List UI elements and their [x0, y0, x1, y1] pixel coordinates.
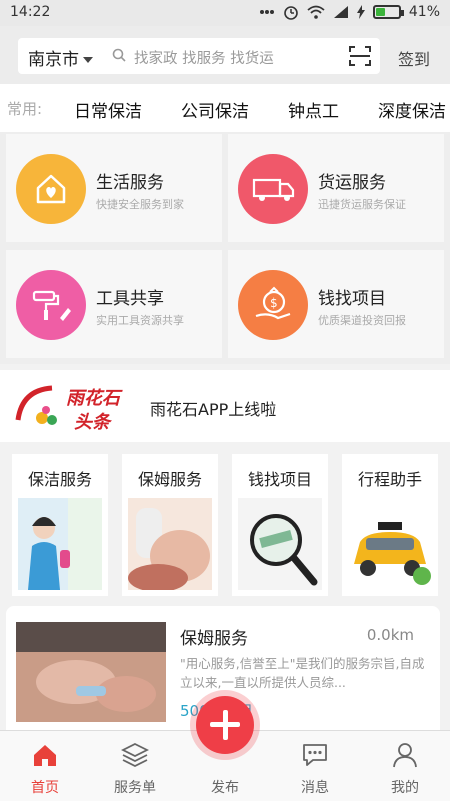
service-name: 保洁服务 — [27, 470, 92, 489]
category-life-service[interactable]: 生活服务 快捷安全服务到家 — [6, 134, 222, 242]
service-name: 行程助手 — [357, 470, 422, 489]
service-name: 保姆服务 — [137, 470, 202, 489]
publish-button[interactable] — [196, 696, 254, 754]
status-time: 14:22 — [10, 4, 51, 20]
plus-icon-vertical — [222, 710, 228, 740]
nanny-photo — [128, 498, 212, 590]
category-subtitle: 迅捷货运服务保证 — [318, 198, 406, 211]
listing-title: 保姆服务 — [180, 629, 248, 649]
category-tool-sharing[interactable]: 工具共享 实用工具资源共享 — [6, 250, 222, 358]
service-tiles: 保洁服务 保姆服务 钱找项目 行程助手 — [0, 448, 450, 600]
headline-text: 雨花石APP上线啦 — [150, 400, 277, 419]
layers-icon — [121, 742, 149, 768]
listing-distance: 0.0km — [366, 626, 414, 644]
category-subtitle: 实用工具资源共享 — [96, 314, 184, 327]
category-title: 工具共享 — [96, 289, 164, 309]
category-invest-projects[interactable]: $ 钱找项目 优质渠道投资回报 — [228, 250, 444, 358]
tab-label: 消息 — [301, 780, 329, 796]
chevron-down-icon — [83, 57, 93, 63]
frequent-services-bar: 常用: 日常保洁 公司保洁 钟点工 深度保洁 — [0, 84, 450, 132]
quick-item-hourly-worker[interactable]: 钟点工 — [288, 97, 339, 122]
search-bar: 南京市 找家政 找服务 找货运 — [18, 38, 380, 74]
tab-label: 首页 — [31, 780, 59, 796]
listing-description: "用心服务,信誉至上"是我们的服务宗旨,自成立以来,一直以所提供人员综... — [180, 656, 425, 690]
alarm-icon — [284, 6, 298, 20]
search-icon — [112, 48, 126, 62]
frequent-label: 常用: — [7, 100, 43, 118]
wifi-icon — [307, 5, 325, 19]
listing-photo — [16, 622, 166, 722]
money-bag-hand-icon: $ — [238, 270, 308, 340]
person-icon — [393, 743, 417, 768]
status-bar: 14:22 41% — [0, 0, 450, 26]
signal-icon — [333, 6, 348, 18]
category-freight-service[interactable]: 货运服务 迅捷货运服务保证 — [228, 134, 444, 242]
tab-profile[interactable]: 我的 — [360, 731, 450, 801]
scan-icon[interactable] — [348, 44, 372, 68]
category-subtitle: 快捷安全服务到家 — [96, 198, 184, 211]
charging-icon — [356, 5, 365, 19]
magnifier-photo — [238, 498, 322, 590]
logo-text-main: 雨花石 — [66, 388, 123, 409]
category-grid: 生活服务 快捷安全服务到家 货运服务 迅捷货运服务保证 工具共享 实用工具资源共… — [0, 132, 450, 364]
yuhuashi-logo: 雨花石 头条 — [12, 380, 134, 434]
service-tile-invest[interactable]: 钱找项目 — [232, 454, 328, 596]
city-selector[interactable]: 南京市 — [28, 45, 93, 70]
service-tile-trip-assistant[interactable]: 行程助手 — [342, 454, 438, 596]
battery-percent: 41% — [408, 4, 440, 20]
service-name: 钱找项目 — [247, 470, 312, 489]
news-headline[interactable]: 雨花石 头条 雨花石APP上线啦 — [0, 370, 450, 442]
quick-item-deep-cleaning[interactable]: 深度保洁 — [378, 97, 446, 122]
status-icons: 41% — [259, 4, 440, 20]
city-label: 南京市 — [28, 50, 79, 70]
category-subtitle: 优质渠道投资回报 — [318, 314, 406, 327]
logo-text-sub: 头条 — [74, 412, 113, 433]
category-title: 钱找项目 — [318, 289, 386, 309]
tab-label: 服务单 — [114, 780, 156, 796]
truck-icon — [238, 154, 308, 224]
quick-item-office-cleaning[interactable]: 公司保洁 — [181, 97, 249, 122]
house-heart-icon — [16, 154, 86, 224]
service-tile-cleaning[interactable]: 保洁服务 — [12, 454, 108, 596]
home-icon — [34, 745, 56, 766]
battery-icon — [372, 5, 404, 19]
tab-home[interactable]: 首页 — [0, 731, 90, 801]
quick-item-daily-cleaning[interactable]: 日常保洁 — [74, 97, 142, 122]
search-input[interactable]: 找家政 找服务 找货运 — [134, 47, 274, 68]
signin-button[interactable]: 签到 — [398, 46, 430, 70]
chat-bubble-icon — [303, 744, 327, 766]
svg-text:$: $ — [270, 296, 278, 310]
category-title: 生活服务 — [96, 173, 164, 193]
more-dots-icon — [259, 10, 274, 14]
service-tile-nanny[interactable]: 保姆服务 — [122, 454, 218, 596]
tab-messages[interactable]: 消息 — [270, 731, 360, 801]
app-header: 南京市 找家政 找服务 找货运 签到 — [0, 26, 450, 84]
taxi-photo — [348, 498, 432, 590]
tab-label: 我的 — [391, 780, 419, 796]
category-title: 货运服务 — [318, 173, 386, 193]
paint-roller-icon — [16, 270, 86, 340]
tab-orders[interactable]: 服务单 — [90, 731, 180, 801]
tab-label: 发布 — [211, 780, 239, 796]
cleaning-photo — [18, 498, 102, 590]
